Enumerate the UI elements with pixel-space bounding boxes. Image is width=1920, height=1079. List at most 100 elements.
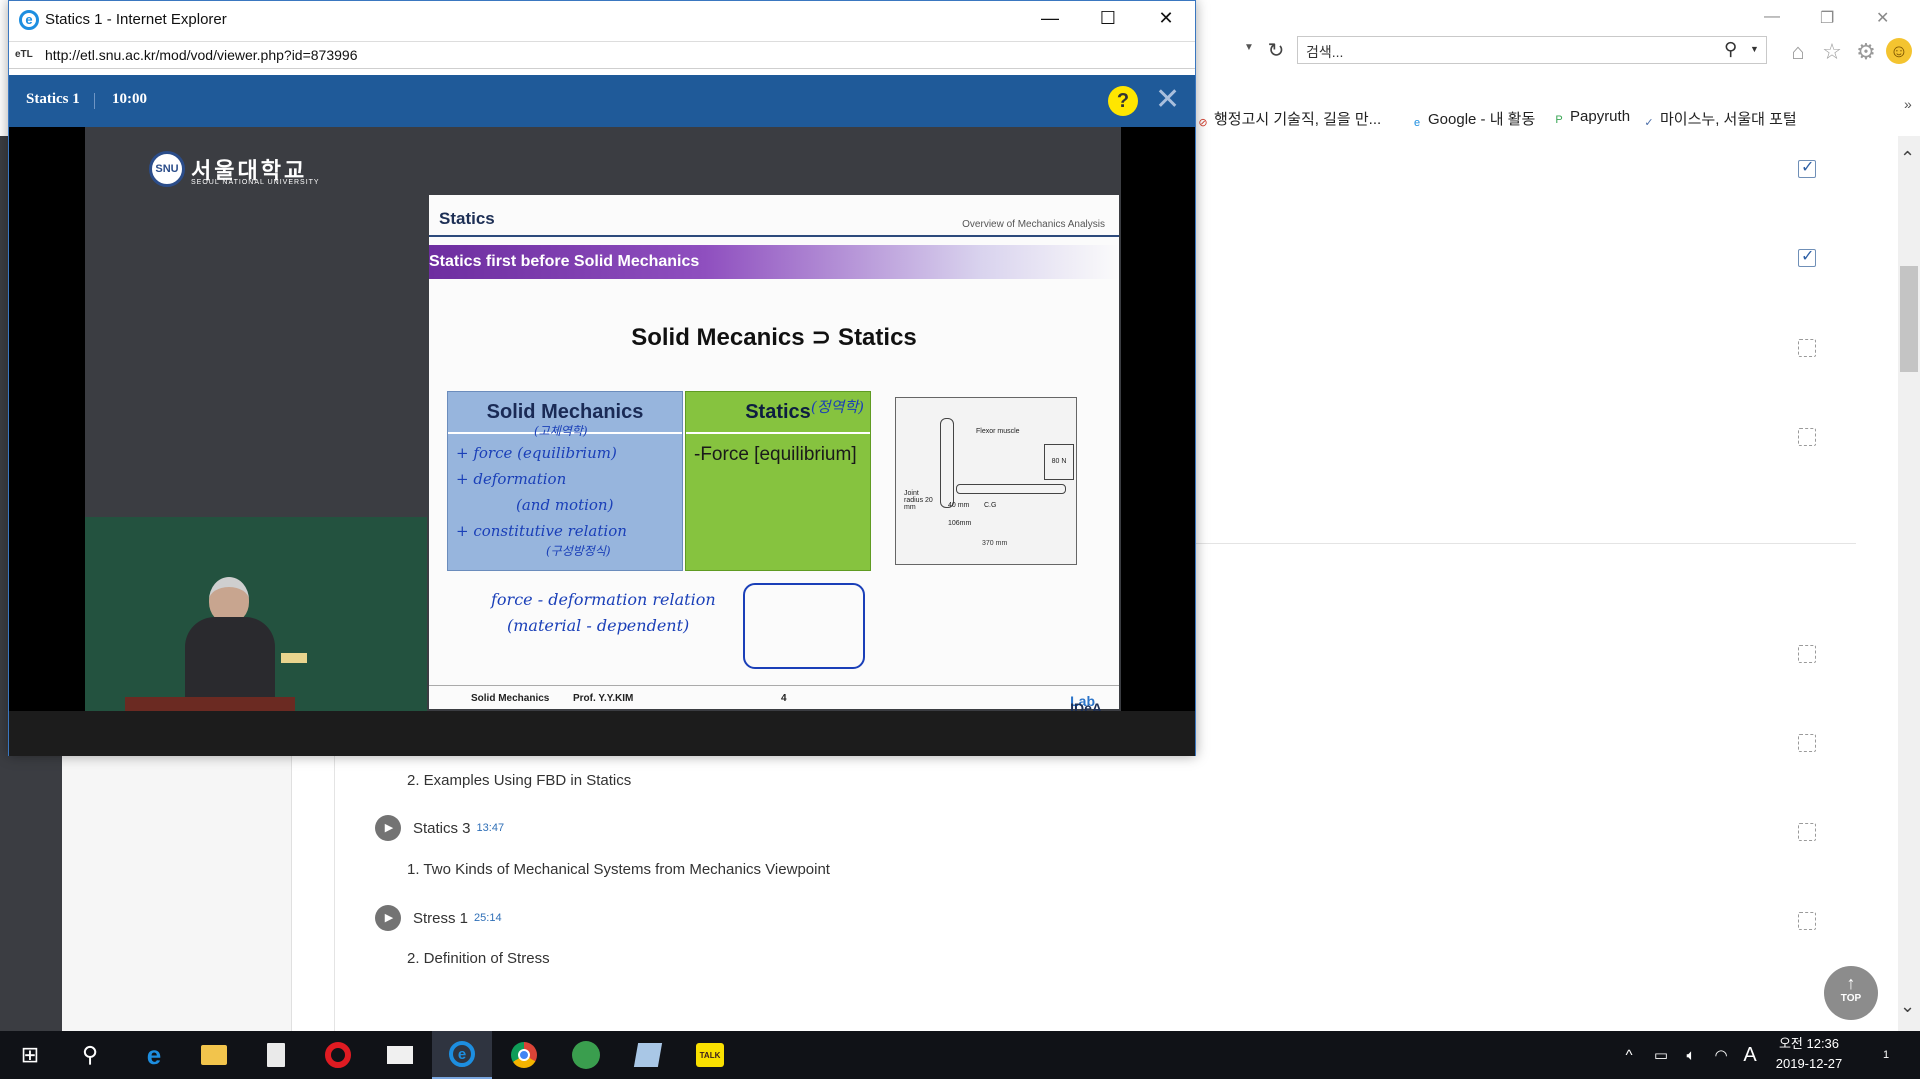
scroll-to-top-button[interactable]: ↑ TOP: [1824, 966, 1878, 1020]
video-title: Statics 1: [26, 91, 80, 107]
mysnu-icon: ✓: [1644, 117, 1654, 129]
play-icon[interactable]: ▶: [375, 815, 401, 841]
ie-icon: e: [19, 10, 39, 30]
lesson-subtitle: 2. Definition of Stress: [407, 950, 550, 967]
lesson-title[interactable]: Stress 1: [413, 910, 468, 927]
progress-checkbox: [1798, 734, 1816, 752]
lesson-duration: 13:47: [476, 822, 505, 834]
close-button[interactable]: ✕: [1151, 8, 1181, 29]
bg-close-button[interactable]: ✕: [1876, 8, 1889, 28]
favorite-link[interactable]: ✓ 마이스누, 서울대 포털: [1642, 108, 1796, 130]
mail-icon[interactable]: [370, 1031, 430, 1079]
favorites-star-icon[interactable]: ☆: [1818, 38, 1846, 66]
handwritten-notes: + force (equilibrium) + deformation (and…: [456, 444, 627, 558]
lesson-duration: 25:14: [474, 912, 502, 924]
favorite-link[interactable]: ⊘ 행정고시 기술직, 길을 만...: [1196, 108, 1381, 130]
forearm-diagram: 80 N Flexor muscle Joint radius 20 mm 40…: [895, 397, 1077, 565]
video-player[interactable]: SNU 서울대학교 SEOUL NATIONAL UNIVERSITY Stat…: [9, 127, 1195, 711]
lesson-item[interactable]: ▶ Stress 1 25:14: [375, 904, 502, 932]
progress-checkbox: [1798, 912, 1816, 930]
gear-icon[interactable]: ⚙: [1852, 38, 1880, 66]
opera-icon[interactable]: [308, 1031, 368, 1079]
lesson-subtitle: 2. Examples Using FBD in Statics: [407, 772, 632, 789]
search-dropdown-icon[interactable]: ▼: [1750, 44, 1759, 54]
handwritten-bottom-note: force - deformation relation (material -…: [491, 590, 716, 635]
site-favicon: eTL: [15, 49, 33, 60]
internet-explorer-icon[interactable]: e: [432, 1031, 492, 1079]
scroll-up-icon[interactable]: ⌃: [1900, 148, 1915, 169]
progress-checkbox-checked: [1798, 157, 1816, 178]
popup-titlebar: e Statics 1 - Internet Explorer — ☐ ✕: [9, 1, 1195, 39]
player-header: Statics 1 10:00 ? ✕: [9, 75, 1195, 127]
search-icon[interactable]: ⚲: [1724, 39, 1737, 60]
statics-cell: Statics (정역학) -Force [equilibrium]: [685, 391, 871, 571]
search-box[interactable]: 검색... ⚲ ▼: [1297, 36, 1767, 64]
snu-emblem-icon: SNU: [149, 151, 185, 187]
lesson-title[interactable]: Statics 3: [413, 820, 471, 837]
progress-checkbox: [1798, 428, 1816, 446]
popup-title: Statics 1 - Internet Explorer: [45, 11, 227, 28]
handwritten-sketch: [743, 583, 865, 669]
section-divider: [1196, 543, 1856, 544]
progress-checkbox: [1798, 823, 1816, 841]
tray-overflow-icon[interactable]: ^: [1614, 1031, 1644, 1079]
notes-app-icon[interactable]: [618, 1031, 678, 1079]
player-control-bar[interactable]: [9, 711, 1195, 756]
ime-indicator[interactable]: A: [1736, 1031, 1764, 1079]
bg-restore-button[interactable]: ❐: [1820, 8, 1834, 28]
bg-minimize-button[interactable]: —: [1764, 8, 1780, 26]
url-field[interactable]: http://etl.snu.ac.kr/mod/vod/viewer.php?…: [45, 47, 357, 63]
favorites-bar: ⊘ 행정고시 기술직, 길을 만... e Google - 내 활동 P Papyr…: [1196, 104, 1920, 132]
refresh-icon[interactable]: ↻: [1264, 38, 1288, 62]
feedback-smiley-icon[interactable]: ☺: [1886, 38, 1912, 64]
progress-checkbox: [1798, 339, 1816, 357]
notification-center-icon[interactable]: 1: [1866, 1031, 1906, 1079]
arrow-up-icon: ↑: [1846, 973, 1856, 993]
play-icon[interactable]: ▶: [375, 905, 401, 931]
clock[interactable]: 오전 12:36 2019-12-27: [1766, 1034, 1852, 1074]
upper-arm-shape: [940, 418, 954, 508]
document-icon[interactable]: [246, 1031, 306, 1079]
player-close-button[interactable]: ✕: [1155, 83, 1180, 117]
forearm-shape: [956, 484, 1066, 494]
address-dropdown-icon[interactable]: ▼: [1244, 42, 1256, 53]
home-icon[interactable]: ⌂: [1784, 38, 1812, 66]
file-explorer-icon[interactable]: [184, 1031, 244, 1079]
slide-band: Statics first before Solid Mechanics: [429, 245, 1119, 279]
podium: [125, 697, 295, 711]
header-separator: [94, 93, 95, 109]
lesson-item[interactable]: ▶ Statics 3 13:47: [375, 814, 504, 842]
kakaotalk-icon[interactable]: TALK: [680, 1031, 740, 1079]
solid-mechanics-cell: Solid Mechanics (고체역학) + force (equilibr…: [447, 391, 683, 571]
video-frame[interactable]: SNU 서울대학교 SEOUL NATIONAL UNIVERSITY Stat…: [85, 127, 1121, 711]
wifi-icon[interactable]: ◠: [1706, 1031, 1736, 1079]
favorite-link[interactable]: P Papyruth: [1552, 108, 1630, 127]
papyruth-icon: P: [1555, 114, 1563, 126]
progress-checkbox: [1798, 645, 1816, 663]
board-sign: [281, 653, 307, 663]
blocked-icon: ⊘: [1198, 117, 1208, 129]
video-popup-window: e Statics 1 - Internet Explorer — ☐ ✕ eT…: [8, 0, 1196, 756]
lecture-slide: Statics Overview of Mechanics Analysis S…: [429, 195, 1119, 711]
maximize-button[interactable]: ☐: [1093, 8, 1123, 29]
address-bar[interactable]: eTL http://etl.snu.ac.kr/mod/vod/viewer.…: [9, 41, 1195, 69]
search-icon[interactable]: ⚲: [60, 1031, 120, 1079]
slide-footer: Solid Mechanics Prof. Y.Y.KIM 4 IDeA Lab: [429, 685, 1119, 711]
atom-app-icon[interactable]: [556, 1031, 616, 1079]
weight-box: 80 N: [1044, 444, 1074, 480]
lesson-subtitle: 1. Two Kinds of Mechanical Systems from …: [407, 861, 830, 878]
chrome-icon[interactable]: [494, 1031, 554, 1079]
scrollbar-thumb[interactable]: [1900, 266, 1918, 372]
chevron-more-icon[interactable]: »: [1904, 96, 1912, 112]
notification-count: 1: [1882, 1049, 1890, 1061]
minimize-button[interactable]: —: [1035, 8, 1065, 29]
favorite-link[interactable]: e Google - 내 활동: [1410, 108, 1535, 130]
help-button[interactable]: ?: [1108, 86, 1138, 116]
battery-icon[interactable]: ▭: [1646, 1031, 1676, 1079]
edge-icon[interactable]: e: [124, 1031, 184, 1079]
volume-icon[interactable]: 🔈︎: [1676, 1031, 1706, 1079]
search-input[interactable]: 검색...: [1306, 42, 1343, 62]
windows-start-icon[interactable]: ⊞: [0, 1031, 60, 1079]
scroll-down-icon[interactable]: ⌄: [1900, 996, 1915, 1017]
video-duration: 10:00: [112, 91, 147, 107]
